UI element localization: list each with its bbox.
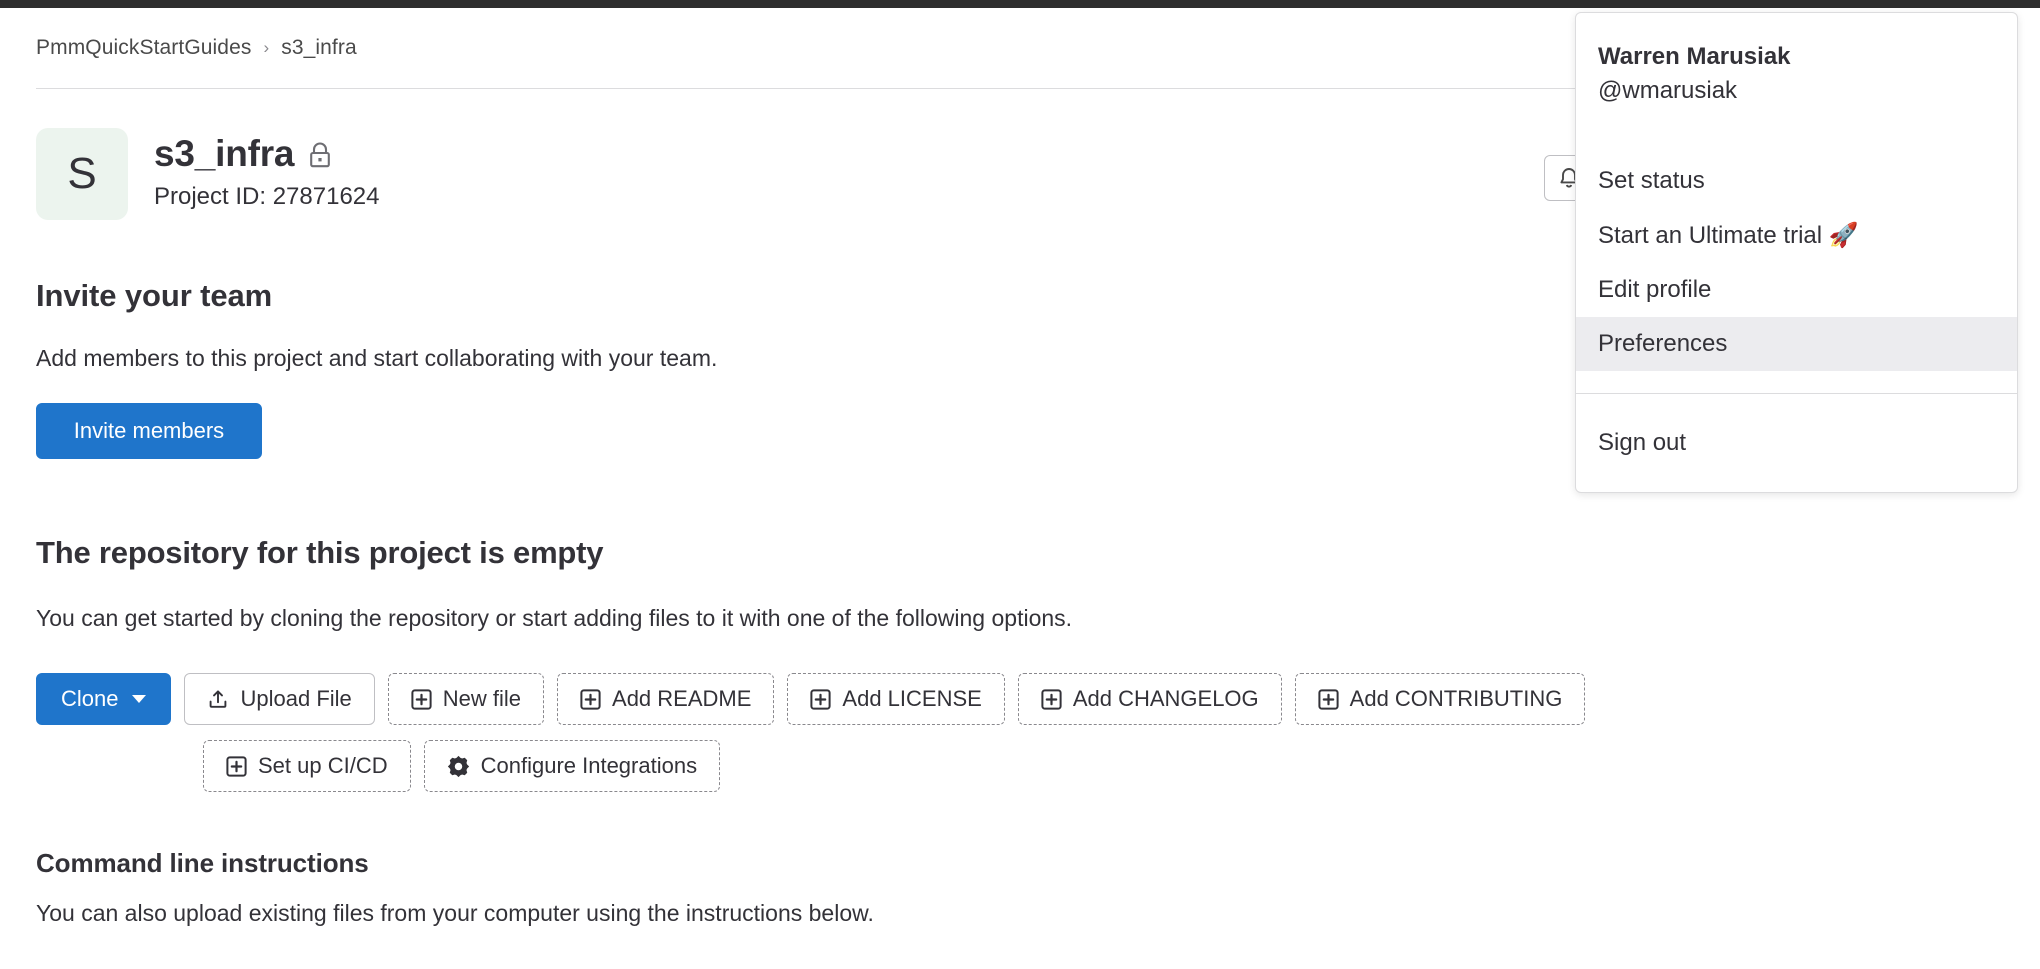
project-meta: s3_infra Project ID: 27871624 (154, 128, 379, 211)
add-readme-label: Add README (612, 686, 752, 711)
top-navigation-bar (0, 0, 2040, 8)
plus-square-icon (580, 688, 601, 710)
invite-members-button[interactable]: Invite members (36, 403, 262, 459)
command-line-heading: Command line instructions (36, 848, 369, 878)
project-title-row: s3_infra (154, 133, 379, 175)
plus-square-icon (1318, 688, 1339, 710)
lock-icon (308, 141, 332, 173)
chevron-down-icon (132, 695, 147, 703)
new-file-label: New file (442, 686, 522, 711)
page-title: s3_infra (154, 133, 295, 174)
breadcrumb: PmmQuickStartGuides › s3_infra (36, 36, 357, 60)
add-contributing-label: Add CONTRIBUTING (1349, 686, 1563, 711)
invite-team-description: Add members to this project and start co… (36, 345, 718, 371)
configure-integrations-button[interactable]: Configure Integrations (423, 740, 721, 792)
set-up-cicd-label: Set up CI/CD (258, 753, 388, 778)
empty-repo-heading: The repository for this project is empty (36, 535, 604, 570)
command-line-description: You can also upload existing files from … (36, 900, 874, 926)
user-menu-items: Set status Start an Ultimate trial 🚀 Edi… (1576, 132, 2017, 393)
user-menu-profile[interactable]: Warren Marusiak @wmarusiak (1576, 13, 2017, 132)
menu-item-edit-profile[interactable]: Edit profile (1576, 263, 2017, 317)
breadcrumb-separator-icon: › (263, 37, 270, 57)
repo-actions-row-secondary: Set up CI/CD Configure Integrations (203, 740, 721, 792)
user-handle: @wmarusiak (1598, 77, 1738, 105)
new-file-button[interactable]: New file (387, 673, 545, 725)
add-contributing-button[interactable]: Add CONTRIBUTING (1294, 673, 1586, 725)
plus-square-icon (810, 688, 832, 710)
empty-repo-description: You can get started by cloning the repos… (36, 605, 1073, 631)
breadcrumb-group-link[interactable]: PmmQuickStartGuides (36, 36, 251, 60)
upload-icon (207, 688, 229, 710)
gear-icon (447, 755, 470, 778)
upload-file-button[interactable]: Upload File (184, 673, 375, 725)
invite-team-heading: Invite your team (36, 278, 273, 313)
add-changelog-label: Add CHANGELOG (1072, 686, 1259, 711)
user-full-name: Warren Marusiak (1598, 43, 1791, 70)
project-header: S s3_infra Project ID: 27871624 (36, 128, 379, 220)
add-changelog-button[interactable]: Add CHANGELOG (1017, 673, 1282, 725)
repo-actions-row-primary: Clone Upload File New file Add README Ad… (36, 673, 1586, 725)
user-menu-dropdown: Warren Marusiak @wmarusiak Set status St… (1575, 12, 2018, 493)
plus-square-icon (411, 688, 432, 710)
add-license-button[interactable]: Add LICENSE (787, 673, 1005, 725)
menu-item-set-status[interactable]: Set status (1576, 154, 2017, 208)
set-up-cicd-button[interactable]: Set up CI/CD (203, 740, 411, 792)
breadcrumb-project-link[interactable]: s3_infra (281, 36, 357, 60)
upload-file-label: Upload File (240, 686, 352, 711)
project-avatar: S (36, 128, 128, 220)
gitlab-project-page: PmmQuickStartGuides › s3_infra S s3_infr… (0, 0, 2040, 969)
project-id-label: Project ID: 27871624 (154, 183, 380, 210)
plus-square-icon (226, 755, 247, 777)
clone-button[interactable]: Clone (36, 673, 172, 725)
configure-integrations-label: Configure Integrations (480, 753, 698, 778)
menu-item-start-ultimate-trial[interactable]: Start an Ultimate trial 🚀 (1576, 208, 2017, 263)
add-license-label: Add LICENSE (842, 686, 982, 711)
menu-item-sign-out[interactable]: Sign out (1576, 416, 2017, 470)
clone-button-label: Clone (61, 686, 119, 711)
user-menu-signout-section: Sign out (1576, 392, 2017, 492)
plus-square-icon (1041, 688, 1062, 710)
add-readme-button[interactable]: Add README (557, 673, 775, 725)
menu-item-preferences[interactable]: Preferences (1576, 316, 2017, 371)
